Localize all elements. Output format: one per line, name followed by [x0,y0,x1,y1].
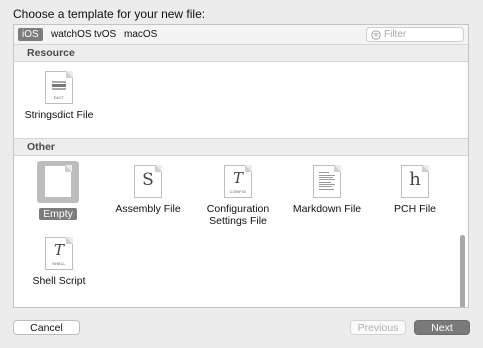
previous-button[interactable]: Previous [350,320,406,335]
tab-ios[interactable]: iOS [18,28,43,41]
config-file-icon: T CONFIG [224,165,252,198]
filter-field[interactable]: Filter [366,27,464,42]
markdown-file-icon [313,165,341,198]
template-label: Empty [39,208,77,220]
pch-file-icon: h [401,165,429,198]
filter-icon [371,30,381,40]
section-header-other: Other [14,138,468,156]
template-label: Markdown File [292,203,362,215]
dialog-title: Choose a template for your new file: [13,7,206,21]
template-label: Stringsdict File [24,109,94,121]
template-stringsdict-file[interactable]: DICT Stringsdict File [19,71,99,121]
tab-macos[interactable]: macOS [120,28,161,41]
section-header-resource: Resource [14,44,468,62]
template-label: PCH File [393,203,436,215]
template-label: Shell Script [32,275,86,287]
selection-highlight [37,161,79,203]
empty-file-icon [44,165,72,198]
template-label: Assembly File [115,203,181,215]
shell-script-icon: T SHELL [45,237,73,270]
cancel-button[interactable]: Cancel [13,320,80,335]
template-label: Configuration Settings File [206,203,270,227]
template-empty[interactable]: Empty [18,161,98,222]
template-configuration-settings-file[interactable]: T CONFIG Configuration Settings File [198,165,278,227]
stringsdict-file-icon: DICT [45,71,73,104]
next-button[interactable]: Next [414,320,470,335]
template-pch-file[interactable]: h PCH File [375,165,455,215]
vertical-scrollbar[interactable] [460,235,465,307]
template-browser: iOS watchOS tvOS macOS Filter Resource D… [13,24,469,308]
platform-tab-bar: iOS watchOS tvOS macOS Filter [14,25,468,45]
tab-watchos[interactable]: watchOS [47,28,96,41]
tab-tvos[interactable]: tvOS [90,28,120,41]
template-shell-script[interactable]: T SHELL Shell Script [19,237,99,287]
filter-input[interactable]: Filter [384,29,406,40]
template-assembly-file[interactable]: S Assembly File [108,165,188,215]
assembly-file-icon: S [134,165,162,198]
template-markdown-file[interactable]: Markdown File [287,165,367,215]
